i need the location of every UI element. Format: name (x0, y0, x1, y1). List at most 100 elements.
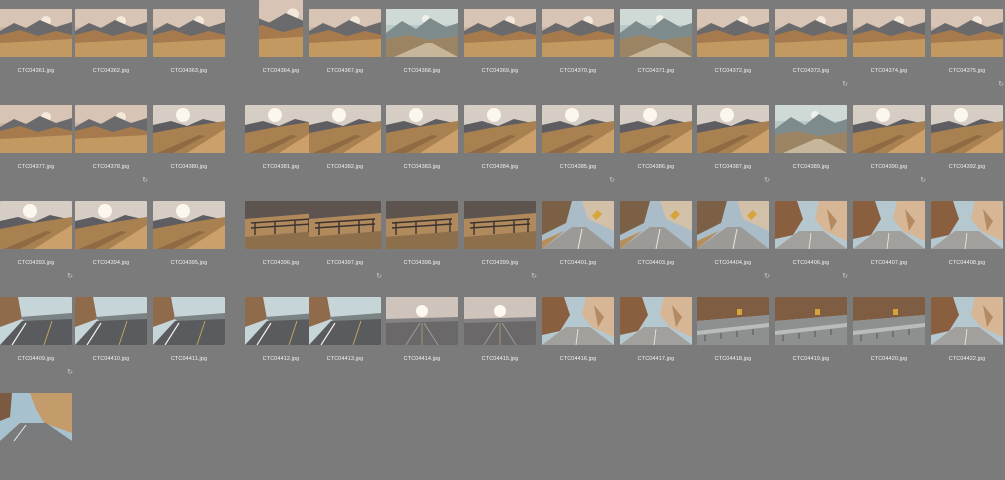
photo-thumbnail[interactable]: CTC04420.jpg (853, 288, 929, 384)
rotate-edit-icon[interactable]: ↻ (998, 81, 1004, 88)
thumbnail-image[interactable] (697, 9, 769, 57)
thumbnail-image[interactable] (0, 393, 72, 441)
photo-thumbnail[interactable]: CTC04373.jpg ↻ (775, 0, 851, 96)
thumbnail-image[interactable] (309, 9, 381, 57)
photo-thumbnail[interactable]: CTC04404.jpg ↻ (697, 192, 773, 288)
thumbnail-image[interactable] (0, 201, 72, 249)
photo-thumbnail[interactable]: CTC04385.jpg ↻ (542, 96, 618, 192)
photo-thumbnail[interactable]: CTC04378.jpg ↻ (75, 96, 151, 192)
photo-thumbnail[interactable]: CTC04411.jpg (153, 288, 229, 384)
rotate-edit-icon[interactable]: ↻ (842, 273, 848, 280)
thumbnail-image[interactable] (153, 9, 225, 57)
thumbnail-image[interactable] (386, 105, 458, 153)
thumbnail-image[interactable] (464, 9, 536, 57)
photo-thumbnail[interactable]: CTC04371.jpg (620, 0, 696, 96)
rotate-edit-icon[interactable]: ↻ (67, 273, 73, 280)
photo-thumbnail[interactable]: CTC04377.jpg (0, 96, 76, 192)
thumbnail-image[interactable] (620, 9, 692, 57)
thumbnail-image[interactable] (245, 297, 317, 345)
thumbnail-image[interactable] (464, 297, 536, 345)
photo-thumbnail[interactable]: CTC04361.jpg (0, 0, 76, 96)
photo-thumbnail[interactable]: CTC04397.jpg ↻ (309, 192, 385, 288)
photo-thumbnail[interactable]: CTC04409.jpg ↻ (0, 288, 76, 384)
thumbnail-image[interactable] (309, 201, 381, 249)
photo-thumbnail[interactable]: CTC04395.jpg (153, 192, 229, 288)
thumbnail-image[interactable] (386, 297, 458, 345)
thumbnail-image[interactable] (464, 201, 536, 249)
photo-thumbnail[interactable]: CTC04369.jpg (464, 0, 540, 96)
thumbnail-image[interactable] (386, 201, 458, 249)
thumbnail-image[interactable] (775, 297, 847, 345)
thumbnail-image[interactable] (853, 201, 925, 249)
thumbnail-image[interactable] (309, 297, 381, 345)
rotate-edit-icon[interactable]: ↻ (764, 273, 770, 280)
thumbnail-image[interactable] (697, 201, 769, 249)
thumbnail-image[interactable] (309, 105, 381, 153)
photo-thumbnail[interactable]: CTC04386.jpg (620, 96, 696, 192)
photo-thumbnail[interactable]: CTC04394.jpg (75, 192, 151, 288)
photo-thumbnail[interactable]: CTC04380.jpg (153, 96, 229, 192)
photo-thumbnail[interactable]: CTC04415.jpg (464, 288, 540, 384)
thumbnail-image[interactable] (620, 297, 692, 345)
thumbnail-image[interactable] (542, 105, 614, 153)
rotate-edit-icon[interactable]: ↻ (609, 177, 615, 184)
thumbnail-image[interactable] (464, 105, 536, 153)
photo-thumbnail[interactable]: CTC04416.jpg (542, 288, 618, 384)
photo-thumbnail[interactable]: CTC04384.jpg (464, 96, 540, 192)
photo-thumbnail[interactable]: CTC04383.jpg (386, 96, 462, 192)
thumbnail-image[interactable] (775, 105, 847, 153)
thumbnail-image[interactable] (0, 105, 72, 153)
thumbnail-image[interactable] (75, 297, 147, 345)
thumbnail-image[interactable] (259, 0, 303, 57)
thumbnail-image[interactable] (697, 105, 769, 153)
photo-thumbnail[interactable]: CTC04382.jpg (309, 96, 385, 192)
thumbnail-image[interactable] (245, 105, 317, 153)
thumbnail-image[interactable] (931, 201, 1003, 249)
thumbnail-image[interactable] (853, 297, 925, 345)
photo-thumbnail[interactable]: CTC04389.jpg (775, 96, 851, 192)
thumbnail-image[interactable] (620, 201, 692, 249)
thumbnail-image[interactable] (542, 297, 614, 345)
photo-thumbnail[interactable]: CTC04401.jpg (542, 192, 618, 288)
thumbnail-image[interactable] (931, 297, 1003, 345)
photo-thumbnail[interactable]: CTC04393.jpg ↻ (0, 192, 76, 288)
photo-thumbnail[interactable]: CTC04403.jpg (620, 192, 696, 288)
photo-thumbnail[interactable]: CTC04413.jpg (309, 288, 385, 384)
thumbnail-image[interactable] (931, 9, 1003, 57)
thumbnail-image[interactable] (853, 9, 925, 57)
photo-thumbnail[interactable]: CTC04407.jpg (853, 192, 929, 288)
photo-thumbnail[interactable]: CTC04406.jpg ↻ (775, 192, 851, 288)
thumbnail-image[interactable] (931, 105, 1003, 153)
thumbnail-image[interactable] (153, 201, 225, 249)
thumbnail-image[interactable] (775, 9, 847, 57)
rotate-edit-icon[interactable]: ↻ (842, 81, 848, 88)
photo-thumbnail[interactable]: CTC04410.jpg (75, 288, 151, 384)
thumbnail-image[interactable] (697, 297, 769, 345)
photo-thumbnail[interactable]: CTC04414.jpg (386, 288, 462, 384)
photo-thumbnail[interactable]: CTC04363.jpg (153, 0, 229, 96)
photo-thumbnail[interactable]: CTC04398.jpg (386, 192, 462, 288)
thumbnail-image[interactable] (75, 201, 147, 249)
photo-thumbnail[interactable] (0, 384, 76, 480)
thumbnail-image[interactable] (75, 9, 147, 57)
photo-thumbnail[interactable]: CTC04370.jpg (542, 0, 618, 96)
photo-thumbnail[interactable]: CTC04408.jpg (931, 192, 1005, 288)
thumbnail-image[interactable] (386, 9, 458, 57)
rotate-edit-icon[interactable]: ↻ (376, 273, 382, 280)
rotate-edit-icon[interactable]: ↻ (764, 177, 770, 184)
thumbnail-image[interactable] (245, 201, 317, 249)
thumbnail-image[interactable] (153, 105, 225, 153)
rotate-edit-icon[interactable]: ↻ (67, 369, 73, 376)
thumbnail-image[interactable] (620, 105, 692, 153)
rotate-edit-icon[interactable]: ↻ (920, 177, 926, 184)
thumbnail-image[interactable] (75, 105, 147, 153)
rotate-edit-icon[interactable]: ↻ (142, 177, 148, 184)
photo-thumbnail[interactable]: CTC04387.jpg ↻ (697, 96, 773, 192)
photo-thumbnail[interactable]: CTC04372.jpg (697, 0, 773, 96)
photo-thumbnail[interactable]: CTC04390.jpg ↻ (853, 96, 929, 192)
photo-thumbnail[interactable]: CTC04362.jpg (75, 0, 151, 96)
photo-thumbnail[interactable]: CTC04417.jpg (620, 288, 696, 384)
photo-thumbnail[interactable]: CTC04368.jpg (386, 0, 462, 96)
photo-thumbnail[interactable]: CTC04374.jpg (853, 0, 929, 96)
thumbnail-image[interactable] (153, 297, 225, 345)
